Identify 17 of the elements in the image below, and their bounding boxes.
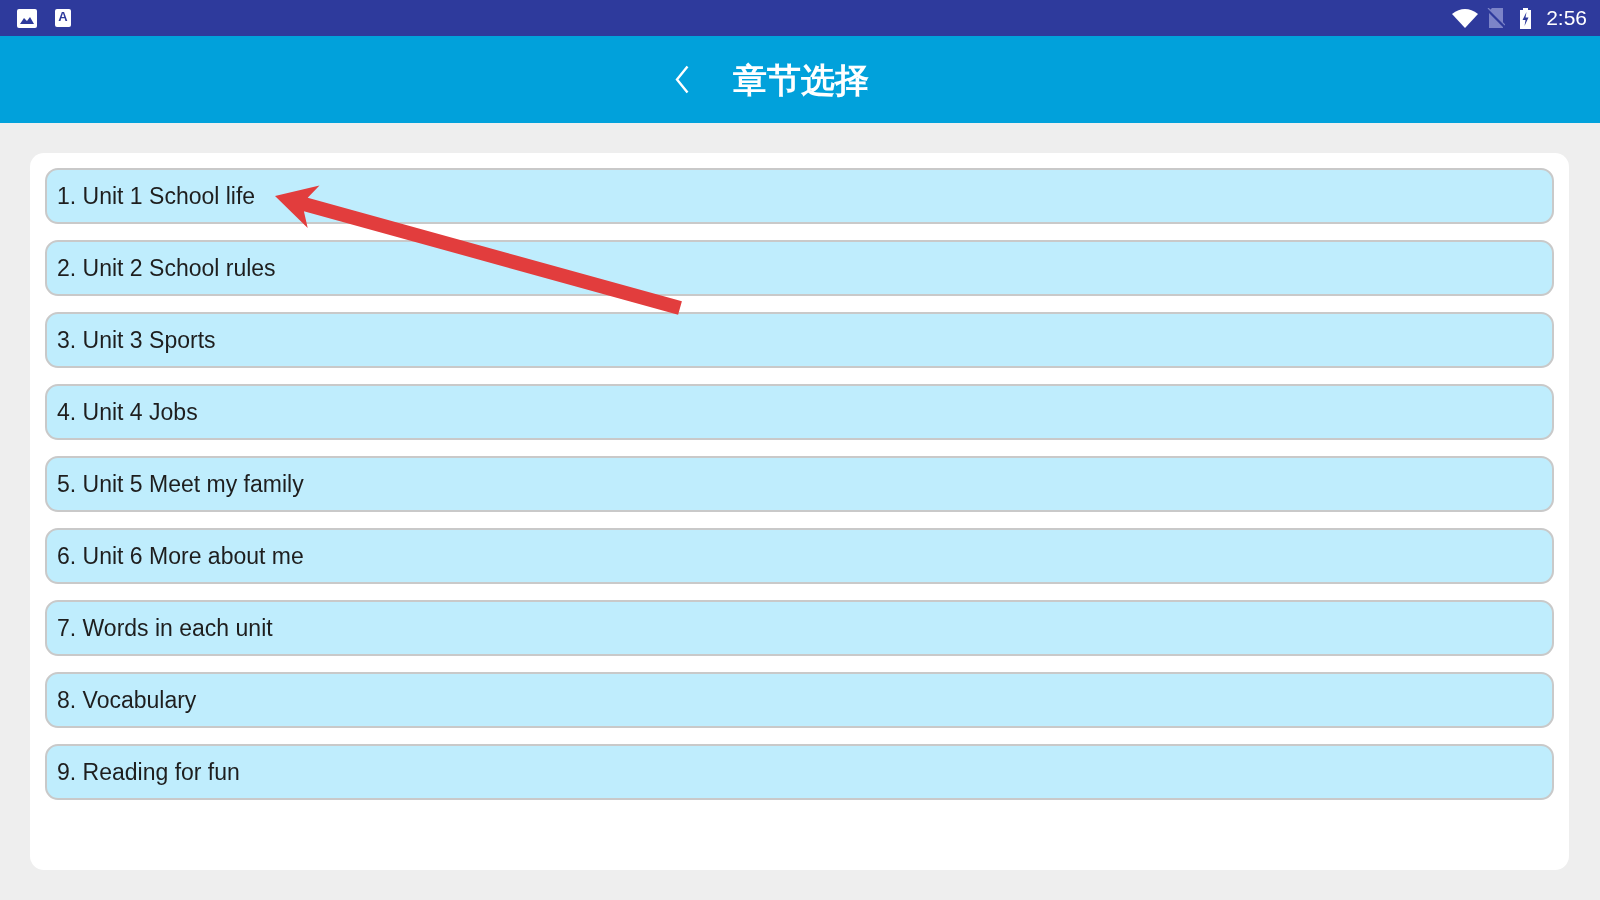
chapter-item[interactable]: 8. Vocabulary [45,672,1554,728]
image-icon [17,8,37,28]
chapter-item[interactable]: 5. Unit 5 Meet my family [45,456,1554,512]
chapter-item[interactable]: 1. Unit 1 School life [45,168,1554,224]
battery-charging-icon [1520,7,1532,29]
back-icon[interactable] [675,65,689,94]
page-title: 章节选择 [733,59,869,100]
chapter-item[interactable]: 9. Reading for fun [45,744,1554,800]
wifi-icon [1452,8,1479,28]
input-method-icon: A [55,9,71,27]
chapter-item[interactable]: 2. Unit 2 School rules [45,240,1554,296]
chapter-item[interactable]: 6. Unit 6 More about me [45,528,1554,584]
chapter-item[interactable]: 7. Words in each unit [45,600,1554,656]
no-sim-icon [1487,8,1506,28]
clock-time: 2:56 [1546,6,1587,30]
chapter-item[interactable]: 3. Unit 3 Sports [45,312,1554,368]
chapter-item[interactable]: 4. Unit 4 Jobs [45,384,1554,440]
